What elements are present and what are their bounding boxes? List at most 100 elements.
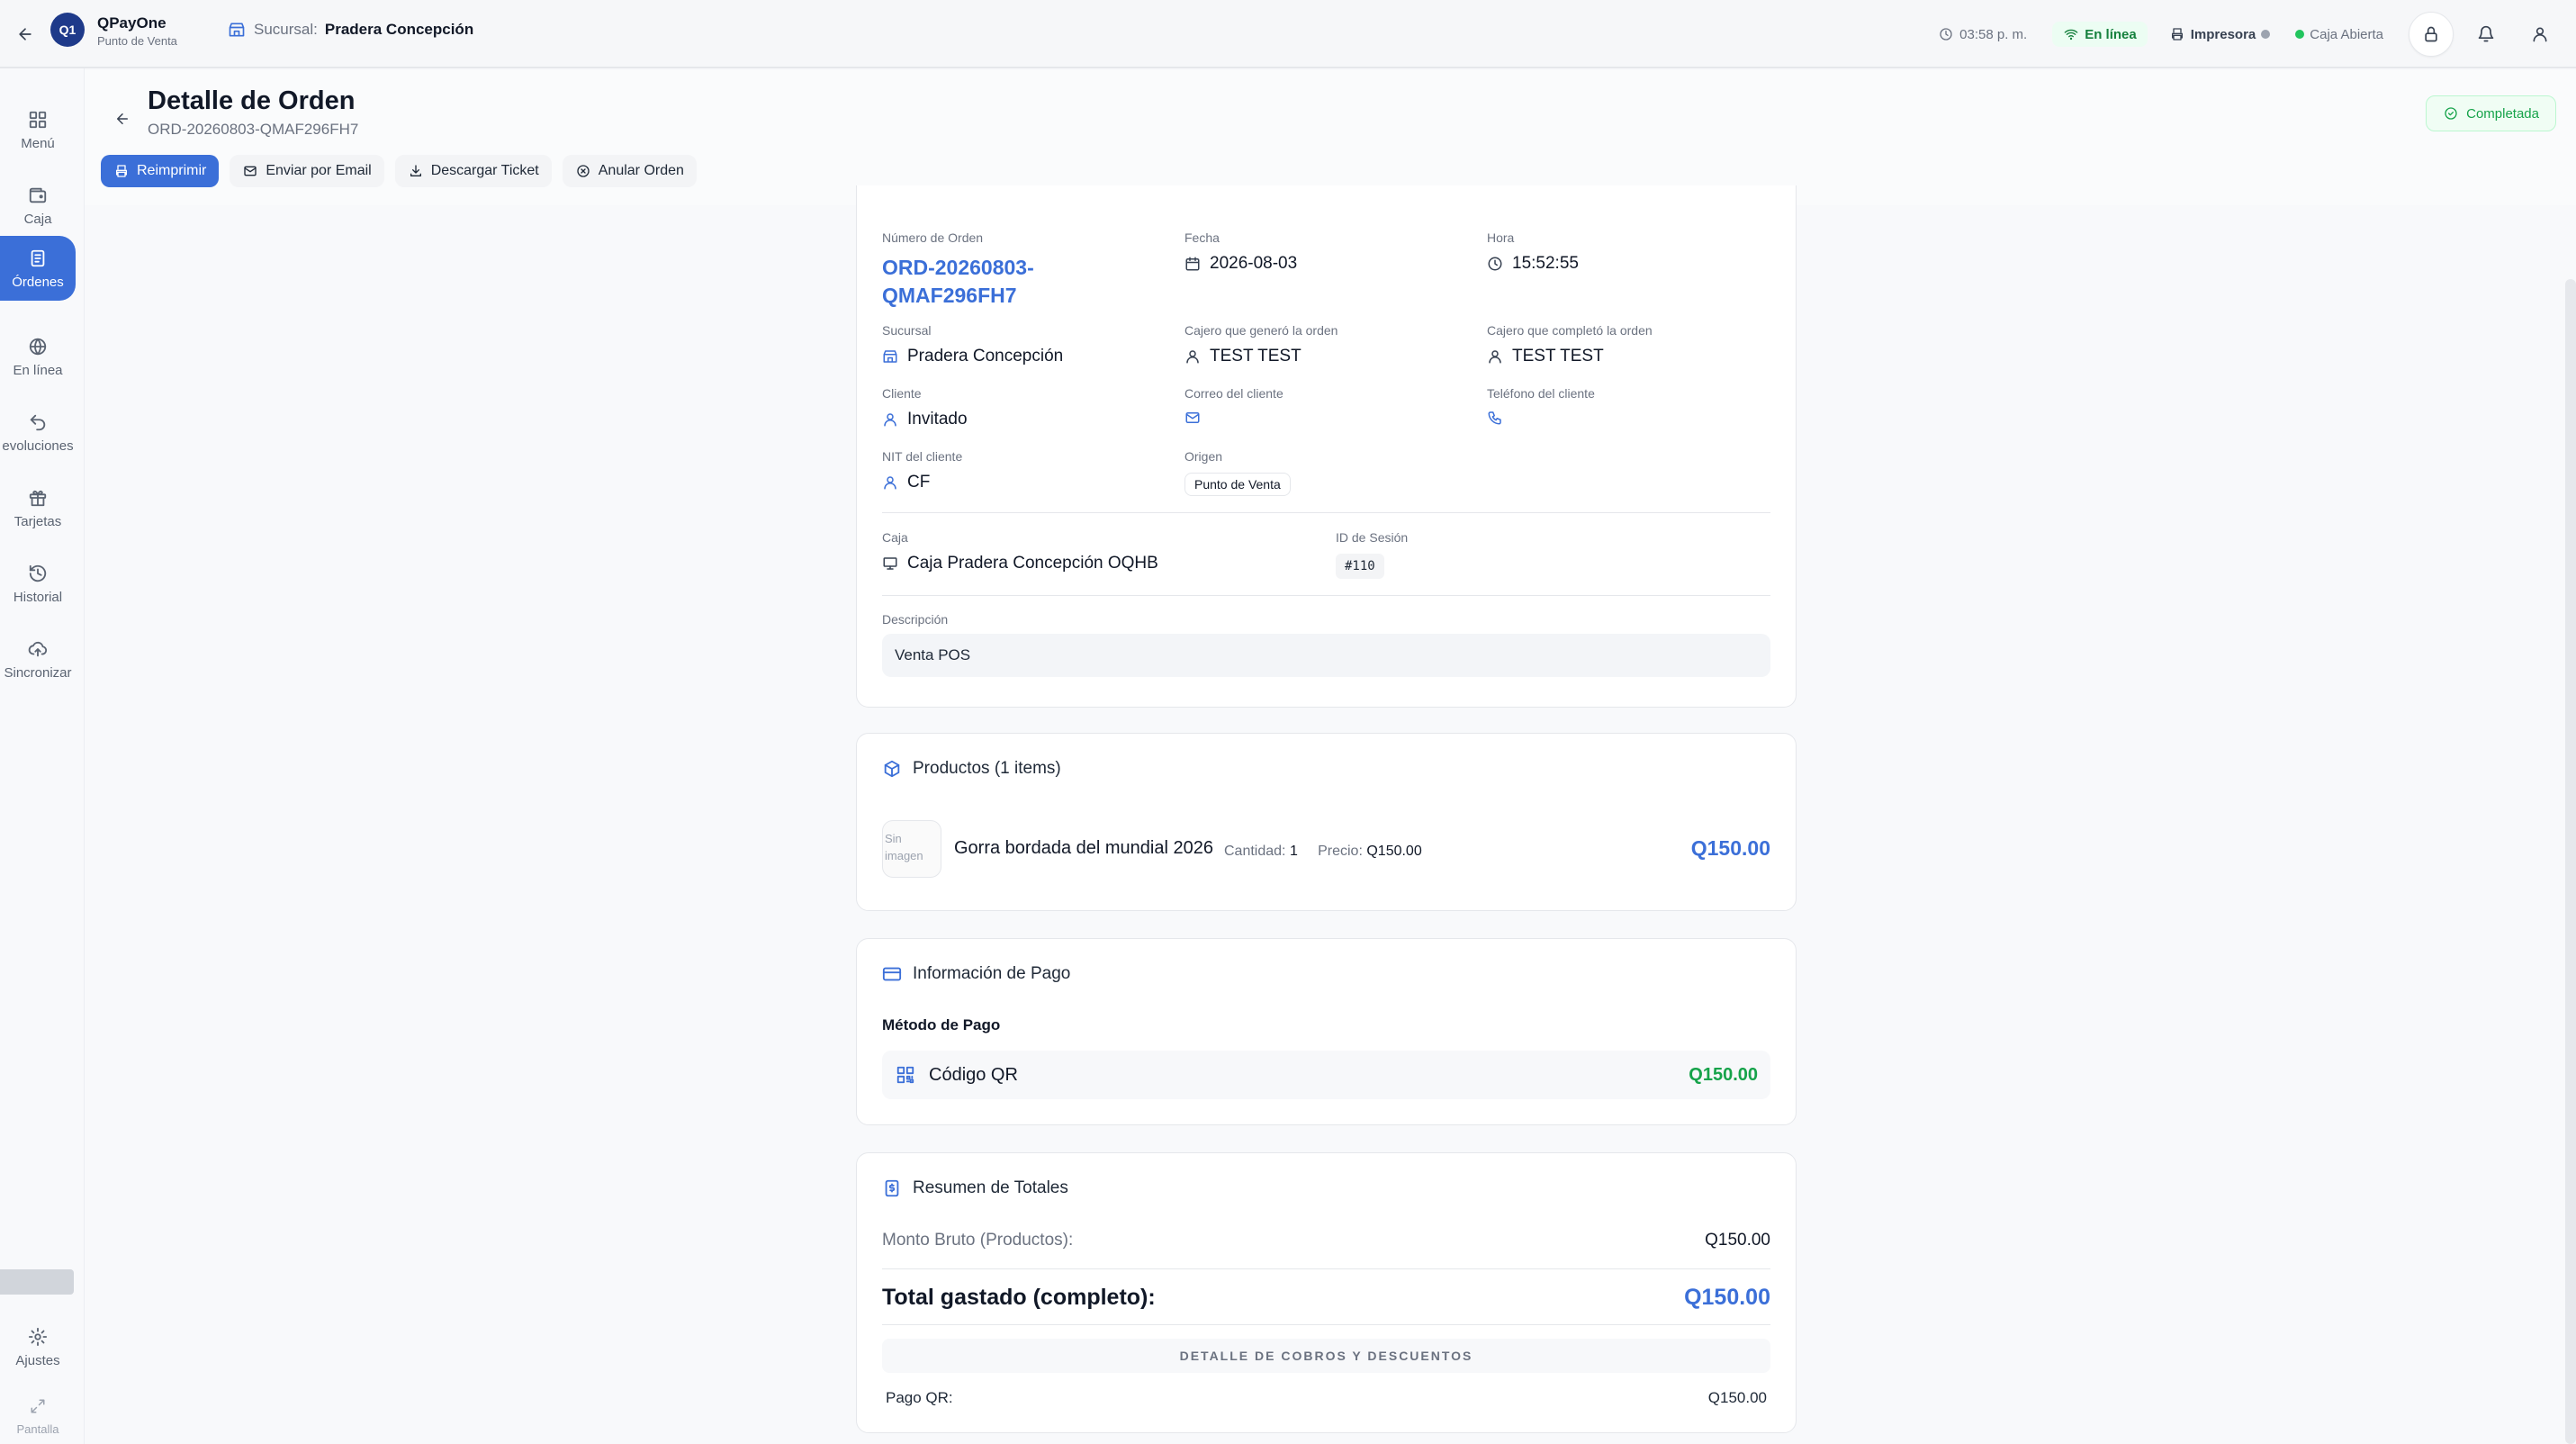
void-order-label: Anular Orden [598, 163, 684, 178]
expand-icon [27, 1395, 49, 1417]
field-label: Fecha [1184, 230, 1220, 245]
field-label: Número de Orden [882, 230, 984, 245]
cashier-created-value: TEST TEST [1210, 347, 1302, 366]
sidebar-item-label: Menú [21, 135, 55, 151]
notifications-button[interactable] [2468, 16, 2504, 52]
printer-status-dot [2261, 30, 2271, 39]
field-label: Sucursal [882, 323, 932, 338]
printer-status[interactable]: Impresora [2169, 26, 2271, 42]
wifi-icon [2063, 26, 2079, 42]
x-circle-icon [575, 163, 591, 179]
app-logo: Q1 [50, 13, 85, 47]
order-number-line1[interactable]: ORD-20260803- [882, 254, 1034, 282]
price-label: Precio: [1318, 844, 1363, 859]
qr-code-icon [895, 1064, 916, 1086]
back-arrow-icon[interactable] [7, 16, 43, 52]
user-icon [1487, 348, 1503, 365]
dollar-receipt-icon [882, 1178, 902, 1198]
status-area: 03:58 p. m. En línea Impresora Caja Abie… [1938, 12, 2576, 57]
total-label: Total gastado (completo): [882, 1285, 1156, 1310]
payment-method-label: Método de Pago [882, 1016, 1001, 1033]
grid-icon [27, 109, 49, 131]
products-card: Productos (1 items) Sin imagen Gorra bor… [856, 733, 1797, 911]
totals-title-label: Resumen de Totales [913, 1178, 1068, 1197]
payment-title-label: Información de Pago [913, 964, 1071, 983]
field-label: Caja [882, 530, 908, 545]
clock-status: 03:58 p. m. [1938, 26, 2027, 42]
date-value: 2026-08-03 [1210, 254, 1298, 273]
cashier-created-field: Cajero que generó la orden TEST TEST [1184, 323, 1338, 366]
field-label: Cajero que completó la orden [1487, 323, 1653, 338]
client-field: Cliente Invitado [882, 386, 968, 429]
sidebar-item-menu[interactable]: Menú [0, 97, 76, 162]
field-label: Cajero que generó la orden [1184, 323, 1338, 338]
sidebar-item-cards[interactable]: Tarjetas [0, 475, 76, 540]
app-name: QPayOne [97, 14, 167, 32]
payment-title: Información de Pago [882, 964, 1070, 984]
payment-method-row: Código QR Q150.00 [882, 1051, 1770, 1099]
clock-icon [1938, 26, 1954, 42]
sidebar-item-label: evoluciones [2, 438, 74, 454]
sidebar-item-online[interactable]: En línea [0, 324, 76, 389]
register-field: Caja Caja Pradera Concepción OQHB [882, 530, 1158, 573]
sidebar-item-sync[interactable]: Sincronizar [0, 627, 76, 691]
thumb-text: imagen [885, 849, 923, 862]
gross-row: Monto Bruto (Productos): Q150.00 [882, 1231, 1770, 1250]
sidebar-item-history[interactable]: Historial [0, 551, 76, 616]
thumb-text: Sin [885, 832, 902, 845]
field-label: NIT del cliente [882, 449, 963, 464]
printer-icon [113, 163, 130, 179]
lock-button[interactable] [2409, 12, 2454, 57]
wallet-icon [27, 185, 49, 206]
current-time: 03:58 p. m. [1959, 26, 2028, 42]
branch-value: Pradera Concepción [907, 347, 1064, 366]
calendar-icon [1184, 256, 1201, 272]
qr-payment-amount: Q150.00 [1707, 1389, 1767, 1406]
lock-icon [2425, 26, 2437, 42]
sidebar-item-returns[interactable]: evoluciones [0, 400, 76, 465]
qr-payment-label: Pago QR: [886, 1389, 953, 1406]
order-number-line2[interactable]: QMAF296FH7 [882, 282, 1034, 310]
mail-icon [242, 163, 258, 179]
session-field: ID de Sesión #110 [1336, 530, 1408, 579]
field-label: Hora [1487, 230, 1515, 245]
nit-field: NIT del cliente CF [882, 449, 962, 492]
credit-card-icon [882, 964, 902, 984]
divider [882, 512, 1770, 513]
order-id-subtitle: ORD-20260803-QMAF296FH7 [148, 121, 359, 138]
sidebar-item-settings[interactable]: Ajustes [0, 1314, 76, 1379]
page-scrollbar[interactable] [2565, 279, 2576, 1444]
user-menu-button[interactable] [2522, 16, 2558, 52]
sidebar-item-fullscreen[interactable]: Pantalla [0, 1383, 76, 1444]
description-value: Venta POS [882, 634, 1770, 677]
reprint-button[interactable]: Reimprimir [101, 155, 220, 187]
back-arrow-icon[interactable] [106, 103, 139, 135]
send-email-button[interactable]: Enviar por Email [230, 155, 384, 187]
branch-name: Pradera Concepción [324, 21, 474, 38]
totals-card: Resumen de Totales Monto Bruto (Producto… [856, 1152, 1797, 1433]
void-order-button[interactable]: Anular Orden [562, 155, 697, 187]
app-subtitle: Punto de Venta [97, 34, 177, 48]
cloud-upload-icon [27, 638, 49, 660]
qr-payment-row: Pago QR: Q150.00 [886, 1389, 1767, 1407]
gross-value: Q150.00 [1705, 1231, 1770, 1250]
sidebar: Menú Caja Órdenes En línea evoluciones T… [0, 68, 85, 1444]
action-bar: Reimprimir Enviar por Email Descargar Ti… [101, 155, 697, 187]
sidebar-item-label: Sincronizar [4, 664, 72, 681]
monitor-icon [882, 555, 898, 572]
cashier-completed-field: Cajero que completó la orden TEST TEST [1487, 323, 1653, 366]
sidebar-scroll-indicator[interactable] [0, 1269, 74, 1295]
branch-field: Sucursal Pradera Concepción [882, 323, 1063, 366]
download-ticket-button[interactable]: Descargar Ticket [394, 155, 552, 187]
sidebar-item-orders[interactable]: Órdenes [0, 236, 76, 301]
description-field: Descripción [882, 612, 948, 636]
client-value: Invitado [907, 410, 968, 429]
client-email-field: Correo del cliente [1184, 386, 1283, 426]
time-value: 15:52:55 [1512, 254, 1579, 273]
session-pill: #110 [1336, 554, 1384, 579]
product-name: Gorra bordada del mundial 2026 [954, 838, 1213, 858]
price-value: Q150.00 [1366, 844, 1422, 859]
field-label: Correo del cliente [1184, 386, 1283, 401]
sidebar-item-register[interactable]: Caja [0, 173, 76, 238]
phone-icon [1487, 410, 1503, 426]
